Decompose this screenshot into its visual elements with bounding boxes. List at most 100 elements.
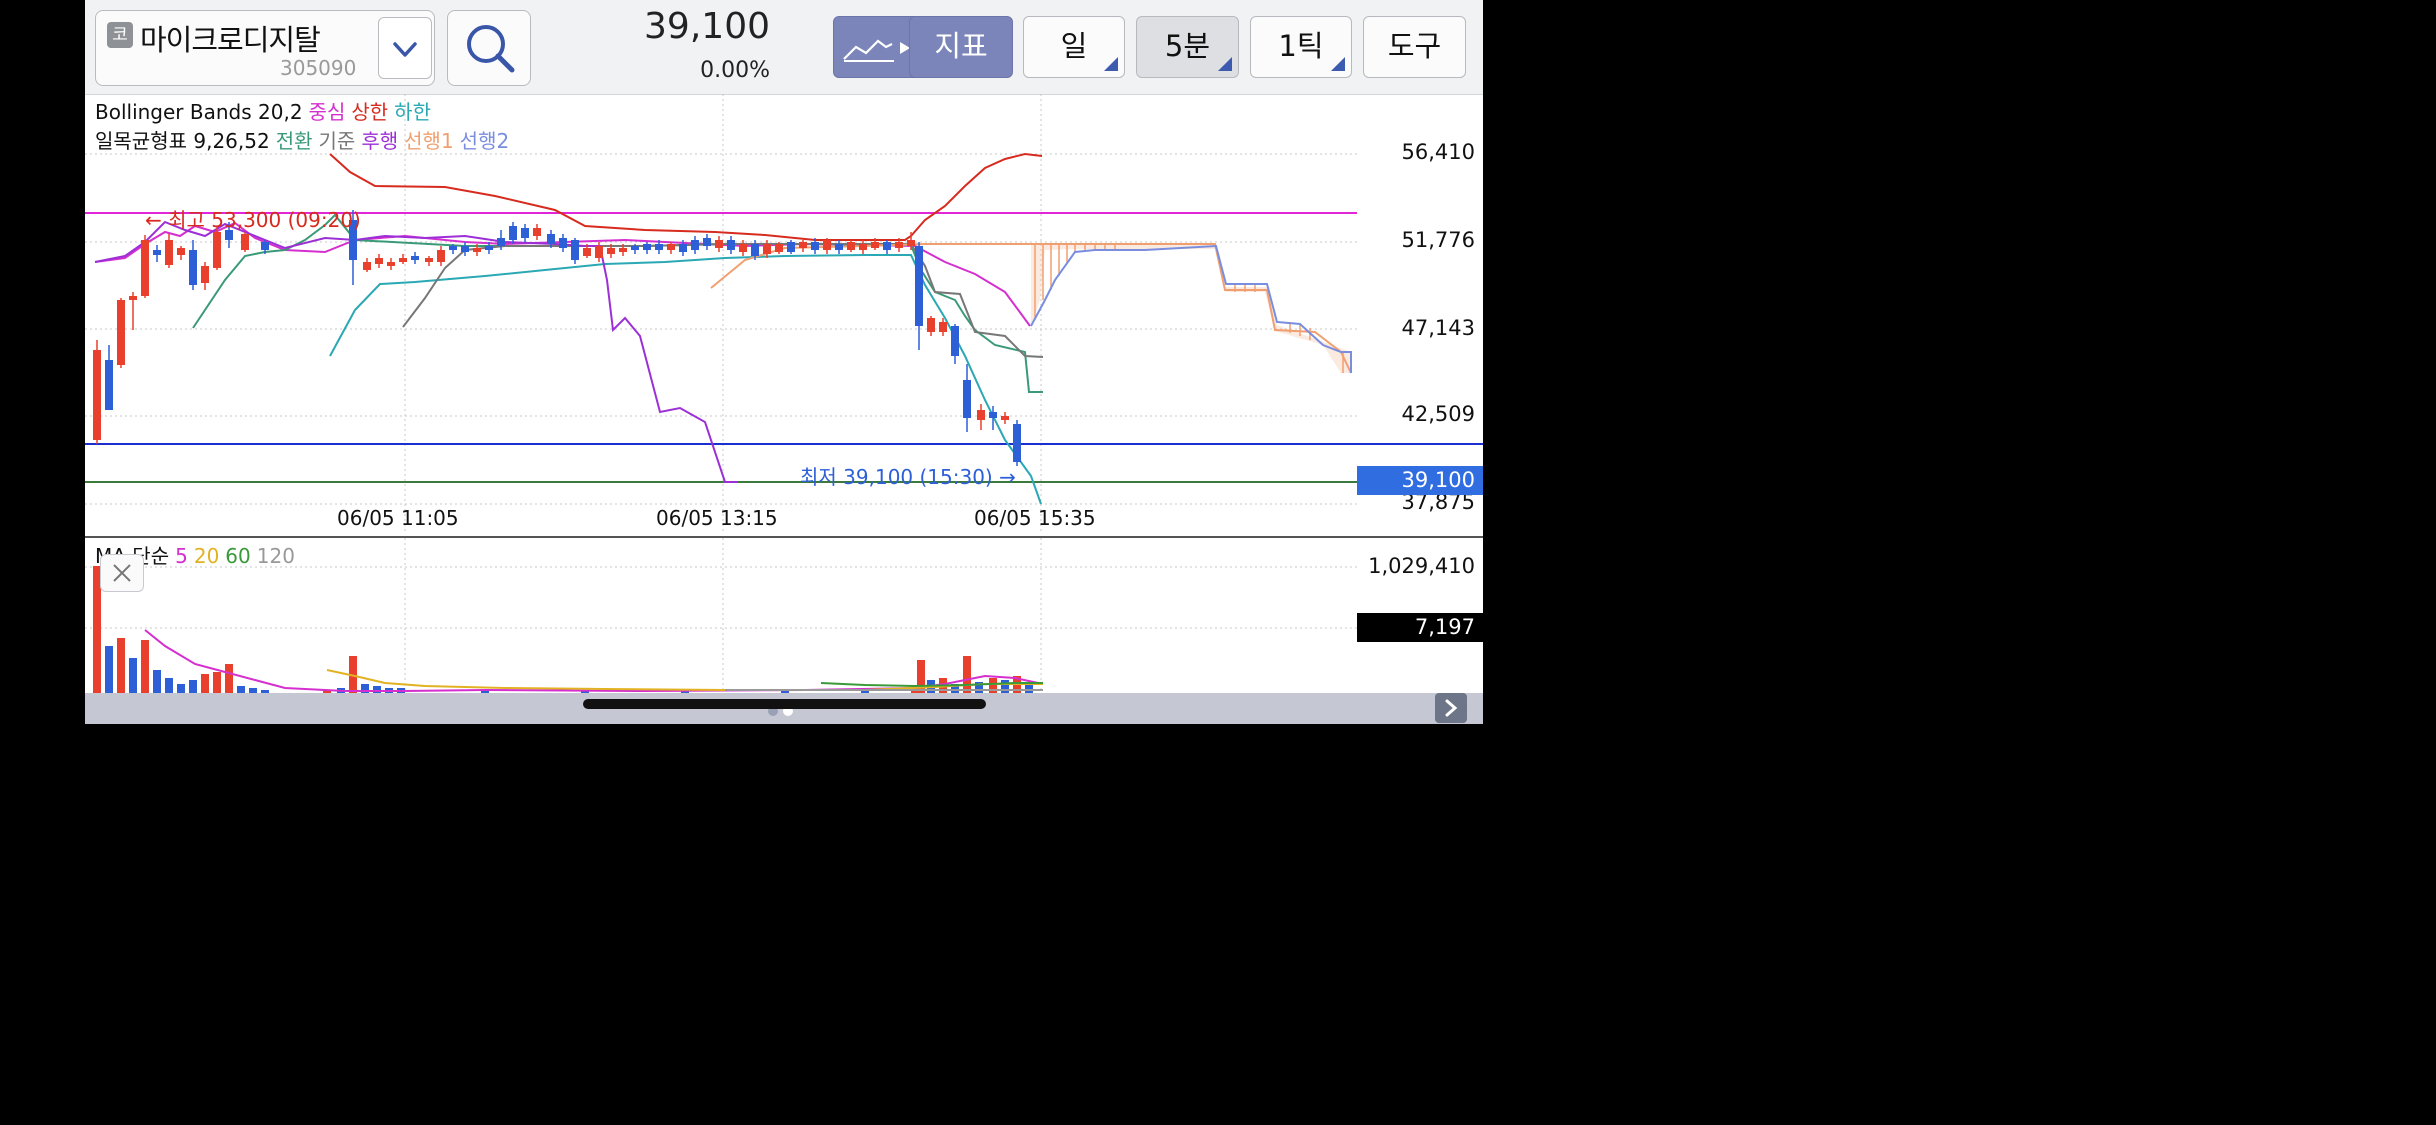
candle-body	[509, 226, 517, 240]
time-axis-label: 06/05 15:35	[974, 506, 1096, 530]
candle-body	[883, 242, 891, 250]
candle-body	[129, 296, 137, 300]
candle-body	[977, 410, 985, 420]
candle-body	[547, 234, 555, 244]
toolbar: 코 마이크로디지탈 305090 39,100 0.00% 지표 일 5분 1틱…	[85, 0, 1483, 95]
period-day-button[interactable]: 일	[1023, 16, 1125, 78]
candle-body	[375, 258, 383, 264]
candle-body	[583, 248, 591, 256]
candle-body	[165, 240, 173, 265]
candle-body	[939, 322, 947, 332]
candle-body	[775, 244, 783, 252]
close-indicator-button[interactable]	[100, 554, 144, 592]
volume-ma5-line	[144, 629, 1044, 693]
volume-bar	[177, 684, 185, 693]
dropdown-triangle-icon	[1331, 57, 1345, 71]
search-button[interactable]	[447, 10, 531, 86]
candle-body	[847, 242, 855, 250]
volume-bar	[129, 658, 137, 693]
stock-dropdown-button[interactable]	[378, 17, 432, 79]
candle-body	[437, 250, 445, 262]
volume-bar	[105, 646, 113, 693]
volume-current-value: 7,197	[1414, 615, 1475, 639]
candle-body	[571, 240, 579, 260]
candle-body	[619, 248, 627, 252]
candle-body	[411, 256, 419, 260]
stock-code: 305090	[280, 56, 357, 80]
bb-upper-line	[329, 152, 1043, 241]
volume-bar	[213, 672, 221, 693]
candle-body	[679, 244, 687, 252]
volume-bar	[1001, 680, 1009, 693]
cloud-hatch	[1034, 244, 1344, 373]
candle-body	[907, 240, 915, 246]
candle-body	[449, 246, 457, 250]
candle-body	[751, 244, 759, 256]
candle-body	[189, 250, 197, 285]
price-axis-label: 56,410	[1401, 140, 1475, 164]
home-indicator	[583, 699, 986, 709]
candle-body	[871, 242, 879, 248]
volume-bar	[117, 638, 125, 693]
candle-body	[835, 244, 843, 250]
close-icon	[113, 564, 131, 582]
period-day-label: 일	[1060, 29, 1088, 63]
candle-body	[473, 248, 481, 252]
dropdown-triangle-icon	[1218, 57, 1232, 71]
price-chart[interactable]: ← 최고 53,300 (09:20) 최저 39,100 (15:30) →	[85, 94, 1483, 534]
candle-body	[363, 262, 371, 270]
candle-body	[895, 242, 903, 248]
indicator-button[interactable]: 지표	[909, 16, 1013, 78]
price-change: 0.00%	[700, 58, 770, 83]
candle-body	[811, 242, 819, 250]
candle-body	[655, 244, 663, 250]
candle-body	[461, 246, 469, 252]
tick-button[interactable]: 1틱	[1250, 16, 1352, 78]
ichimoku-lead2-line	[1030, 244, 1352, 373]
volume-ma20-line	[326, 669, 1043, 691]
scroll-right-button[interactable]	[1435, 693, 1467, 723]
candle-body	[399, 258, 407, 262]
candle-body	[989, 412, 997, 418]
volume-axis-max: 1,029,410	[1368, 554, 1475, 578]
candle-body	[823, 240, 831, 250]
candle-body	[141, 240, 149, 296]
low-price-annotation: 최저 39,100 (15:30) →	[800, 465, 1016, 489]
candle-body	[715, 240, 723, 248]
volume-bar	[189, 680, 197, 693]
candle-body	[93, 350, 101, 440]
current-price-tag-value: 39,100	[1401, 468, 1475, 492]
tick-label: 1틱	[1278, 29, 1324, 63]
volume-bar	[165, 678, 173, 693]
price-axis-label: 47,143	[1401, 316, 1475, 340]
period-5min-button[interactable]: 5분	[1136, 16, 1239, 78]
candle-body	[859, 244, 867, 250]
candle-body	[105, 360, 113, 410]
time-axis-label: 06/05 11:05	[337, 506, 459, 530]
candle-body	[241, 234, 249, 250]
candle-body	[521, 228, 529, 238]
volume-current-tag: 7,197	[1357, 613, 1483, 642]
chevron-right-icon	[1445, 699, 1458, 717]
candle-body	[963, 380, 971, 418]
candle-body	[485, 246, 493, 250]
search-icon	[467, 25, 515, 73]
candle-body	[787, 242, 795, 252]
candle-body	[1001, 416, 1009, 420]
candle-body	[533, 228, 541, 236]
stock-selector[interactable]: 코 마이크로디지탈 305090	[95, 10, 435, 86]
market-badge: 코	[107, 22, 133, 48]
period-5min-label: 5분	[1164, 29, 1211, 63]
volume-bar	[153, 670, 161, 693]
tools-button[interactable]: 도구	[1363, 16, 1466, 78]
volume-chart[interactable]	[85, 538, 1483, 693]
chart-app: 코 마이크로디지탈 305090 39,100 0.00% 지표 일 5분 1틱…	[85, 0, 1483, 724]
candle-body	[607, 248, 615, 254]
candle-body	[261, 242, 269, 250]
volume-bar	[237, 686, 245, 693]
candle-body	[691, 240, 699, 250]
candle-body	[927, 318, 935, 332]
price-axis-label: 42,509	[1401, 402, 1475, 426]
candle-body	[497, 238, 505, 246]
price-axis-label: 51,776	[1401, 228, 1475, 252]
